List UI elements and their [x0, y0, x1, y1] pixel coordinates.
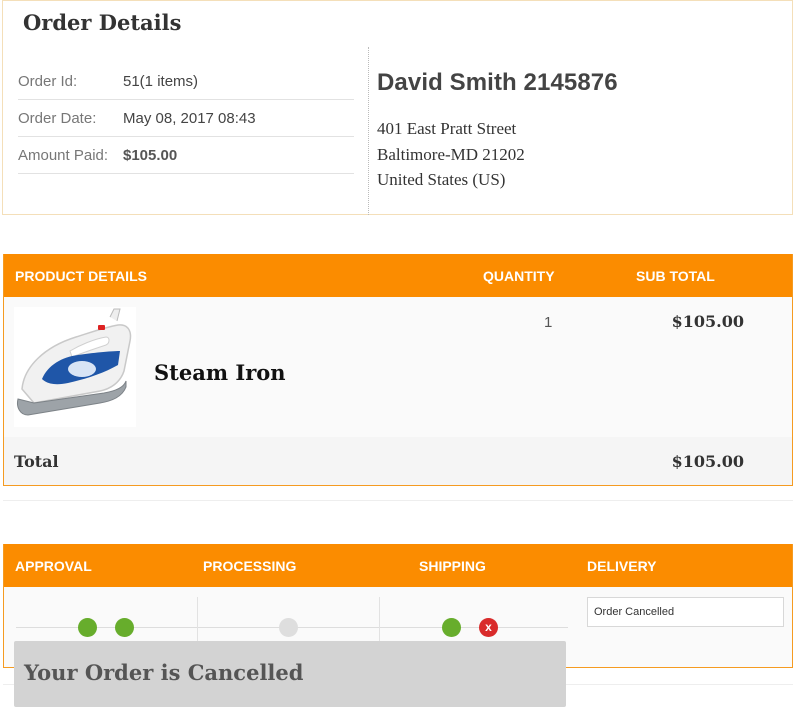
- customer-name: David Smith 2145876: [377, 69, 618, 96]
- address-line: Baltimore-MD 21202: [377, 144, 525, 164]
- product-name[interactable]: Steam Iron: [154, 360, 286, 385]
- approval-complete-dot: [115, 618, 134, 637]
- steam-iron-icon[interactable]: [14, 307, 136, 427]
- order-date-label: Order Date:: [18, 109, 97, 127]
- product-subtotal: $105.00: [671, 312, 744, 331]
- tracking-header: APPROVAL PROCESSING SHIPPING DELIVERY: [4, 544, 792, 587]
- product-table-footer-line: [3, 487, 793, 501]
- address: 401 East Pratt Street Baltimore-MD 21202…: [377, 116, 618, 193]
- order-cancelled-message: Your Order is Cancelled: [24, 660, 304, 685]
- order-cancelled-banner: Your Order is Cancelled: [14, 641, 566, 707]
- product-table-header: PRODUCT DETAILS QUANTITY SUB TOTAL: [4, 254, 792, 297]
- amount-paid-value: $105.00: [123, 146, 178, 164]
- approval-header: APPROVAL: [15, 558, 92, 574]
- order-date-row: Order Date: May 08, 2017 08:43: [18, 100, 354, 137]
- amount-paid-label: Amount Paid:: [18, 146, 109, 164]
- details-divider: [368, 47, 369, 215]
- address-line: 401 East Pratt Street: [377, 119, 517, 138]
- order-summary: Order Id: 51(1 items) Order Date: May 08…: [18, 63, 354, 174]
- approval-complete-dot: [78, 618, 97, 637]
- product-row: Steam Iron 1 $105.00: [4, 297, 792, 437]
- total-value: $105.00: [671, 452, 744, 471]
- delivery-header: DELIVERY: [587, 558, 657, 574]
- cancelled-x-icon: x: [479, 618, 498, 637]
- delivery-status-field: Order Cancelled: [587, 597, 784, 627]
- order-details-card: Order Details Order Id: 51(1 items) Orde…: [2, 0, 793, 215]
- processing-pending-dot: [279, 618, 298, 637]
- subtotal-header: SUB TOTAL: [636, 268, 715, 284]
- shipping-address-block: David Smith 2145876 401 East Pratt Stree…: [377, 69, 618, 193]
- shipping-complete-dot: [442, 618, 461, 637]
- amount-paid-row: Amount Paid: $105.00: [18, 137, 354, 174]
- order-id-value: 51(1 items): [123, 72, 199, 90]
- order-id-row: Order Id: 51(1 items): [18, 63, 354, 100]
- total-row: Total $105.00: [4, 437, 792, 485]
- product-quantity: 1: [544, 314, 553, 331]
- quantity-header: QUANTITY: [483, 268, 555, 284]
- shipping-header: SHIPPING: [419, 558, 486, 574]
- product-details-header: PRODUCT DETAILS: [15, 268, 147, 284]
- product-table: PRODUCT DETAILS QUANTITY SUB TOTAL Steam: [3, 254, 793, 486]
- order-id-label: Order Id:: [18, 72, 78, 90]
- address-line: United States (US): [377, 170, 506, 189]
- total-label: Total: [14, 452, 59, 471]
- order-details-title: Order Details: [23, 10, 182, 35]
- order-date-value: May 08, 2017 08:43: [123, 109, 256, 127]
- processing-header: PROCESSING: [203, 558, 297, 574]
